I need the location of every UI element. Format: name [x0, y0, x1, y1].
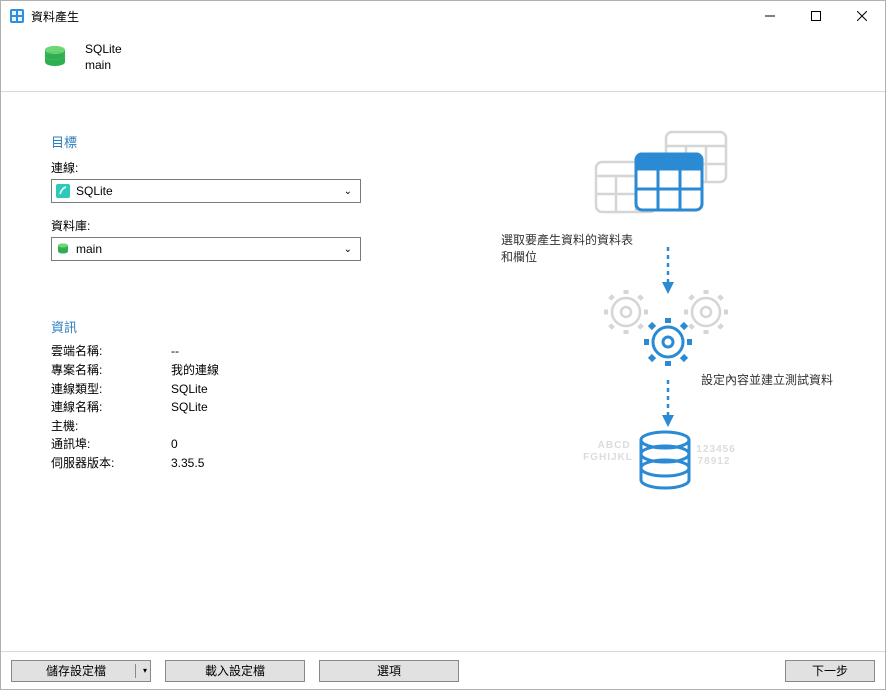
database-icon — [41, 43, 69, 71]
diagram-step1-label: 選取要產生資料的資料表和欄位 — [501, 232, 641, 264]
next-button[interactable]: 下一步 — [785, 660, 875, 682]
deco-letters: ABCD FGHIJKL — [583, 440, 634, 463]
info-value: -- — [171, 342, 179, 361]
info-row: 雲端名稱:-- — [51, 342, 431, 361]
save-profile-label: 儲存設定檔 — [46, 662, 106, 679]
database-small-icon — [56, 242, 70, 256]
info-value: 0 — [171, 435, 178, 454]
window-controls — [747, 1, 885, 31]
chevron-down-icon: ⌄ — [344, 186, 356, 197]
window-title: 資料產生 — [31, 8, 747, 25]
workflow-diagram: ABCD FGHIJKL 123456 78912 選取要產生資料的資料表和欄位… — [486, 132, 856, 562]
info-row: 主機: — [51, 417, 431, 436]
info-key: 連線類型: — [51, 380, 171, 399]
info-value: SQLite — [171, 380, 208, 399]
options-label: 選項 — [377, 662, 401, 679]
minimize-button[interactable] — [747, 1, 793, 31]
load-profile-label: 載入設定檔 — [205, 662, 265, 679]
info-row: 伺服器版本:3.35.5 — [51, 454, 431, 473]
info-key: 主機: — [51, 417, 171, 436]
info-key: 專案名稱: — [51, 361, 171, 380]
info-row: 連線名稱:SQLite — [51, 398, 431, 417]
footer: 儲存設定檔 ▾ 載入設定檔 選項 下一步 — [1, 651, 885, 689]
close-button[interactable] — [839, 1, 885, 31]
info-section: 資訊 雲端名稱:-- 專案名稱:我的連線 連線類型:SQLite 連線名稱:SQ… — [51, 317, 431, 472]
target-section-title: 目標 — [51, 132, 431, 151]
deco-digits: 123456 78912 — [696, 444, 739, 467]
info-key: 雲端名稱: — [51, 342, 171, 361]
info-key: 通訊埠: — [51, 435, 171, 454]
info-row: 通訊埠:0 — [51, 435, 431, 454]
connection-value: SQLite — [76, 184, 338, 198]
maximize-button[interactable] — [793, 1, 839, 31]
info-key: 連線名稱: — [51, 398, 171, 417]
info-value: 我的連線 — [171, 361, 219, 380]
save-profile-button[interactable]: 儲存設定檔 ▾ — [11, 660, 151, 682]
info-row: 連線類型:SQLite — [51, 380, 431, 399]
database-label: 資料庫: — [51, 217, 431, 234]
next-label: 下一步 — [812, 662, 848, 679]
header-db-type: SQLite — [85, 41, 122, 57]
info-key: 伺服器版本: — [51, 454, 171, 473]
dropdown-arrow-icon[interactable]: ▾ — [143, 666, 147, 675]
options-button[interactable]: 選項 — [319, 660, 459, 682]
app-icon — [9, 8, 25, 24]
load-profile-button[interactable]: 載入設定檔 — [165, 660, 305, 682]
info-section-title: 資訊 — [51, 317, 431, 336]
sqlite-icon — [56, 184, 70, 198]
chevron-down-icon: ⌄ — [344, 244, 356, 255]
info-row: 專案名稱:我的連線 — [51, 361, 431, 380]
info-value: 3.35.5 — [171, 454, 204, 473]
diagram-step2-label: 設定內容並建立測試資料 — [701, 372, 861, 388]
titlebar: 資料產生 — [1, 1, 885, 31]
info-value: SQLite — [171, 398, 208, 417]
header-db-name: main — [85, 57, 122, 73]
connection-label: 連線: — [51, 159, 431, 176]
connection-select[interactable]: SQLite ⌄ — [51, 179, 361, 203]
database-select[interactable]: main ⌄ — [51, 237, 361, 261]
database-value: main — [76, 242, 338, 256]
header-panel: SQLite main — [1, 31, 885, 92]
